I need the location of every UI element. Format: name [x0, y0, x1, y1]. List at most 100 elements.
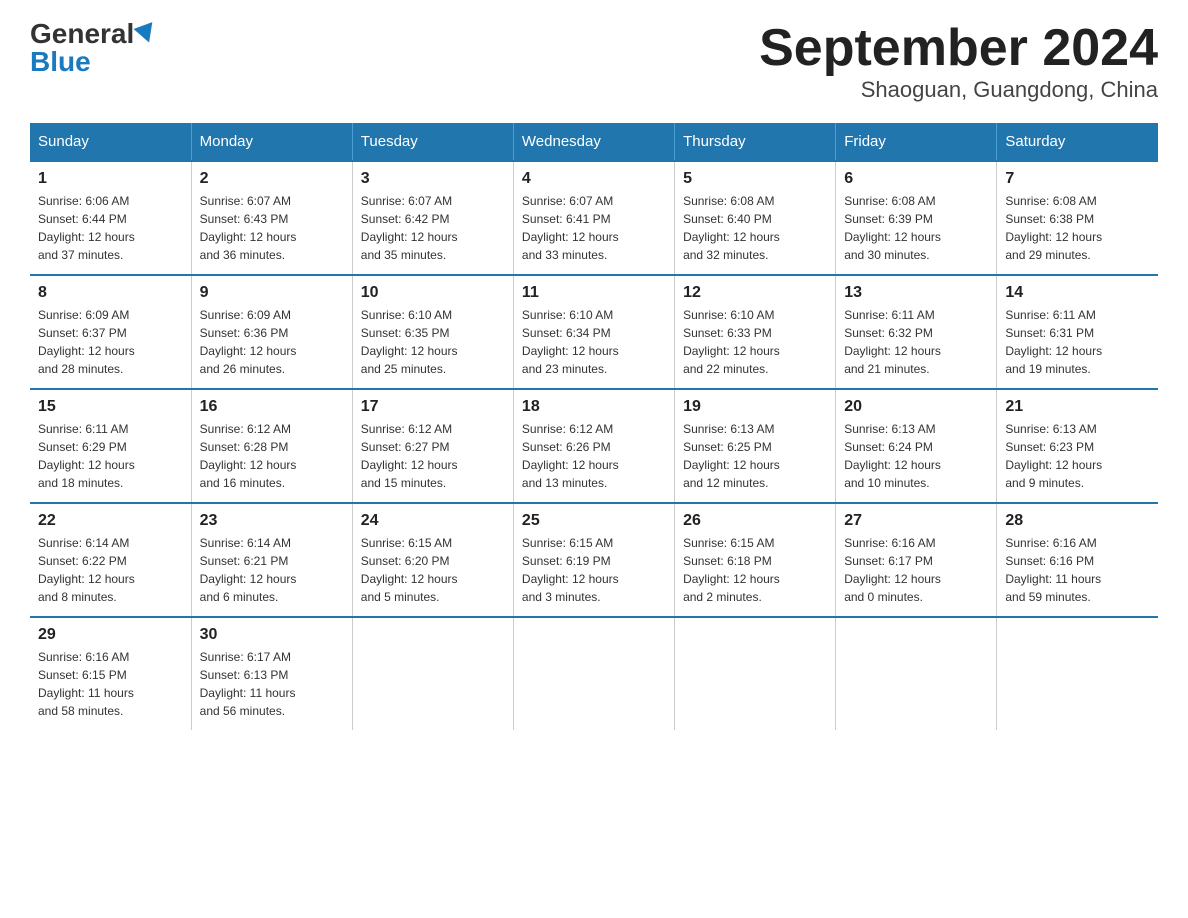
day-info: Sunrise: 6:11 AMSunset: 6:31 PMDaylight:… — [1005, 306, 1150, 378]
day-info: Sunrise: 6:14 AMSunset: 6:21 PMDaylight:… — [200, 534, 344, 606]
day-number: 26 — [683, 512, 827, 530]
week-row-3: 15Sunrise: 6:11 AMSunset: 6:29 PMDayligh… — [30, 389, 1158, 503]
day-cell: 23 Sunrise: 6:14 AMSunset: 6:21 PMDayligh… — [191, 503, 352, 617]
day-number: 1 — [38, 170, 183, 188]
day-cell: 20 Sunrise: 6:13 AMSunset: 6:24 PMDayligh… — [836, 389, 997, 503]
day-info: Sunrise: 6:10 AMSunset: 6:33 PMDaylight:… — [683, 306, 827, 378]
day-info: Sunrise: 6:16 AMSunset: 6:17 PMDaylight:… — [844, 534, 988, 606]
day-cell: 19 Sunrise: 6:13 AMSunset: 6:25 PMDayligh… — [675, 389, 836, 503]
day-cell: 30 Sunrise: 6:17 AMSunset: 6:13 PMDayligh… — [191, 617, 352, 730]
header: General Blue September 2024 Shaoguan, Gu… — [30, 20, 1158, 103]
logo-triangle-icon — [134, 22, 159, 46]
day-info: Sunrise: 6:06 AMSunset: 6:44 PMDaylight:… — [38, 192, 183, 264]
logo-general-text: General — [30, 20, 134, 48]
day-number: 12 — [683, 284, 827, 302]
day-number: 10 — [361, 284, 505, 302]
day-number: 29 — [38, 626, 183, 644]
day-cell — [352, 617, 513, 730]
day-cell: 5Sunrise: 6:08 AMSunset: 6:40 PMDaylight… — [675, 161, 836, 275]
day-number: 19 — [683, 398, 827, 416]
day-cell: 8 Sunrise: 6:09 AMSunset: 6:37 PMDaylight… — [30, 275, 191, 389]
day-cell: 10 Sunrise: 6:10 AMSunset: 6:35 PMDayligh… — [352, 275, 513, 389]
day-info: Sunrise: 6:15 AMSunset: 6:19 PMDaylight:… — [522, 534, 666, 606]
calendar-subtitle: Shaoguan, Guangdong, China — [759, 77, 1158, 103]
day-number: 13 — [844, 284, 988, 302]
day-info: Sunrise: 6:11 AMSunset: 6:29 PMDaylight:… — [38, 420, 183, 492]
title-area: September 2024 Shaoguan, Guangdong, Chin… — [759, 20, 1158, 103]
day-number: 18 — [522, 398, 666, 416]
day-number: 7 — [1005, 170, 1150, 188]
day-cell — [513, 617, 674, 730]
day-cell: 7 Sunrise: 6:08 AMSunset: 6:38 PMDaylight… — [997, 161, 1158, 275]
day-number: 3 — [361, 170, 505, 188]
header-row: SundayMondayTuesdayWednesdayThursdayFrid… — [30, 123, 1158, 161]
day-info: Sunrise: 6:15 AMSunset: 6:18 PMDaylight:… — [683, 534, 827, 606]
day-info: Sunrise: 6:11 AMSunset: 6:32 PMDaylight:… — [844, 306, 988, 378]
day-cell: 11Sunrise: 6:10 AMSunset: 6:34 PMDayligh… — [513, 275, 674, 389]
day-cell: 26 Sunrise: 6:15 AMSunset: 6:18 PMDayligh… — [675, 503, 836, 617]
day-info: Sunrise: 6:12 AMSunset: 6:28 PMDaylight:… — [200, 420, 344, 492]
day-info: Sunrise: 6:07 AMSunset: 6:41 PMDaylight:… — [522, 192, 666, 264]
header-day-tuesday: Tuesday — [352, 123, 513, 161]
day-number: 21 — [1005, 398, 1150, 416]
day-info: Sunrise: 6:13 AMSunset: 6:24 PMDaylight:… — [844, 420, 988, 492]
day-cell: 24Sunrise: 6:15 AMSunset: 6:20 PMDayligh… — [352, 503, 513, 617]
day-number: 20 — [844, 398, 988, 416]
day-number: 28 — [1005, 512, 1150, 530]
day-cell: 9 Sunrise: 6:09 AMSunset: 6:36 PMDaylight… — [191, 275, 352, 389]
day-info: Sunrise: 6:08 AMSunset: 6:38 PMDaylight:… — [1005, 192, 1150, 264]
day-number: 6 — [844, 170, 988, 188]
day-info: Sunrise: 6:17 AMSunset: 6:13 PMDaylight:… — [200, 648, 344, 720]
week-row-1: 1 Sunrise: 6:06 AMSunset: 6:44 PMDaylight… — [30, 161, 1158, 275]
week-row-4: 22 Sunrise: 6:14 AMSunset: 6:22 PMDayligh… — [30, 503, 1158, 617]
day-cell: 22 Sunrise: 6:14 AMSunset: 6:22 PMDayligh… — [30, 503, 191, 617]
logo: General Blue — [30, 20, 156, 76]
day-cell: 12 Sunrise: 6:10 AMSunset: 6:33 PMDayligh… — [675, 275, 836, 389]
day-cell: 25Sunrise: 6:15 AMSunset: 6:19 PMDayligh… — [513, 503, 674, 617]
day-info: Sunrise: 6:07 AMSunset: 6:42 PMDaylight:… — [361, 192, 505, 264]
day-number: 16 — [200, 398, 344, 416]
day-cell: 18 Sunrise: 6:12 AMSunset: 6:26 PMDayligh… — [513, 389, 674, 503]
week-row-5: 29 Sunrise: 6:16 AMSunset: 6:15 PMDayligh… — [30, 617, 1158, 730]
logo-blue-text: Blue — [30, 46, 91, 77]
day-number: 11 — [522, 284, 666, 302]
day-number: 14 — [1005, 284, 1150, 302]
day-cell: 14 Sunrise: 6:11 AMSunset: 6:31 PMDayligh… — [997, 275, 1158, 389]
day-info: Sunrise: 6:16 AMSunset: 6:15 PMDaylight:… — [38, 648, 183, 720]
day-info: Sunrise: 6:09 AMSunset: 6:37 PMDaylight:… — [38, 306, 183, 378]
day-number: 27 — [844, 512, 988, 530]
day-cell: 17Sunrise: 6:12 AMSunset: 6:27 PMDayligh… — [352, 389, 513, 503]
day-number: 4 — [522, 170, 666, 188]
day-number: 22 — [38, 512, 183, 530]
day-number: 24 — [361, 512, 505, 530]
day-cell: 2 Sunrise: 6:07 AMSunset: 6:43 PMDaylight… — [191, 161, 352, 275]
day-info: Sunrise: 6:10 AMSunset: 6:35 PMDaylight:… — [361, 306, 505, 378]
day-number: 23 — [200, 512, 344, 530]
calendar-title: September 2024 — [759, 20, 1158, 77]
day-cell: 6Sunrise: 6:08 AMSunset: 6:39 PMDaylight… — [836, 161, 997, 275]
day-number: 8 — [38, 284, 183, 302]
day-info: Sunrise: 6:16 AMSunset: 6:16 PMDaylight:… — [1005, 534, 1150, 606]
header-day-wednesday: Wednesday — [513, 123, 674, 161]
calendar-table: SundayMondayTuesdayWednesdayThursdayFrid… — [30, 123, 1158, 730]
day-number: 2 — [200, 170, 344, 188]
day-info: Sunrise: 6:09 AMSunset: 6:36 PMDaylight:… — [200, 306, 344, 378]
day-number: 30 — [200, 626, 344, 644]
header-day-saturday: Saturday — [997, 123, 1158, 161]
day-info: Sunrise: 6:14 AMSunset: 6:22 PMDaylight:… — [38, 534, 183, 606]
day-cell — [997, 617, 1158, 730]
day-info: Sunrise: 6:07 AMSunset: 6:43 PMDaylight:… — [200, 192, 344, 264]
header-day-monday: Monday — [191, 123, 352, 161]
day-cell — [836, 617, 997, 730]
day-cell: 27 Sunrise: 6:16 AMSunset: 6:17 PMDayligh… — [836, 503, 997, 617]
day-cell: 29 Sunrise: 6:16 AMSunset: 6:15 PMDayligh… — [30, 617, 191, 730]
day-cell — [675, 617, 836, 730]
header-day-sunday: Sunday — [30, 123, 191, 161]
header-day-thursday: Thursday — [675, 123, 836, 161]
day-info: Sunrise: 6:12 AMSunset: 6:26 PMDaylight:… — [522, 420, 666, 492]
day-cell: 4 Sunrise: 6:07 AMSunset: 6:41 PMDaylight… — [513, 161, 674, 275]
day-info: Sunrise: 6:12 AMSunset: 6:27 PMDaylight:… — [361, 420, 505, 492]
day-info: Sunrise: 6:13 AMSunset: 6:25 PMDaylight:… — [683, 420, 827, 492]
day-number: 9 — [200, 284, 344, 302]
header-day-friday: Friday — [836, 123, 997, 161]
